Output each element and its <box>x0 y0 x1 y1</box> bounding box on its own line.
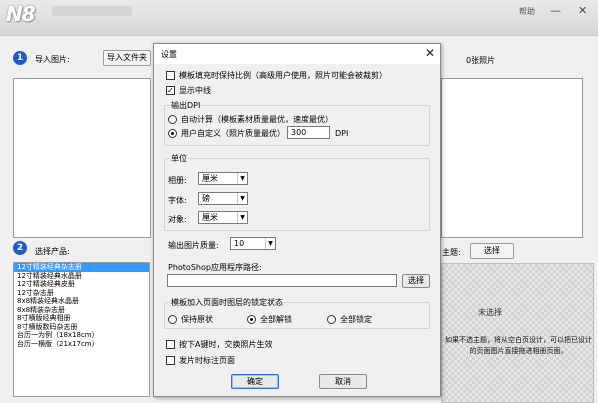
product-list[interactable]: 12寸精装经典杂志册 12寸精装经典水晶册 12寸精装经典皮册 12寸杂志册 8x8精装… <box>13 262 150 397</box>
select-product-label: 选择产品: <box>35 247 70 256</box>
image-area-right[interactable] <box>441 78 583 238</box>
dialog-title: 设置 <box>161 50 177 59</box>
object-unit-select[interactable]: 厘米 ▼ <box>198 211 248 224</box>
theme-label: 主题: <box>442 248 461 257</box>
output-quality-value: 10 <box>234 239 245 248</box>
photoshop-path-input[interactable] <box>167 274 397 287</box>
chevron-down-icon: ▼ <box>237 193 247 204</box>
product-list-item[interactable]: 台历一横版（21x17cm） <box>14 340 149 349</box>
import-images-label: 导入图片: <box>35 55 70 64</box>
preview-status: 未选择 <box>478 308 502 317</box>
album-unit-label: 相册: <box>168 176 187 185</box>
photo-count: 0张照片 <box>466 56 496 65</box>
dpi-auto-radio[interactable] <box>168 115 177 124</box>
dpi-unit: DPI <box>335 129 349 138</box>
lock-unlock-all-radio[interactable] <box>247 315 256 324</box>
album-unit-select[interactable]: 厘米 ▼ <box>198 172 248 185</box>
photoshop-path-label: PhotoShop应用程序路径: <box>168 263 262 272</box>
output-quality-select[interactable]: 10 ▼ <box>230 237 276 250</box>
lock-keep-label: 保持原状 <box>181 315 213 324</box>
show-centerline-label: 显示中线 <box>179 86 211 95</box>
product-list-item[interactable]: 8x8精装经典水晶册 <box>14 297 149 306</box>
app-logo: N8 <box>6 2 36 26</box>
dialog-close-icon[interactable]: ✕ <box>425 46 435 60</box>
product-list-item[interactable]: 12寸精装经典水晶册 <box>14 272 149 281</box>
lock-lock-all-radio[interactable] <box>327 315 336 324</box>
product-list-item[interactable]: 8x8精装杂志册 <box>14 306 149 315</box>
product-list-item[interactable]: 12寸精装经典杂志册 <box>14 263 149 272</box>
product-list-item[interactable]: 8寸横版经典相册 <box>14 314 149 323</box>
output-quality-label: 输出图片质量: <box>168 241 219 250</box>
dpi-custom-radio[interactable] <box>168 129 177 138</box>
cancel-button[interactable]: 取消 <box>319 374 367 389</box>
theme-select-button[interactable]: 选择 <box>470 243 514 259</box>
settings-dialog: 设置 ✕ 模板填充时保持比例（高级用户使用，照片可能会被裁剪） ✓ 显示中线 输… <box>153 43 441 397</box>
product-list-item[interactable]: 12寸杂志册 <box>14 289 149 298</box>
lock-keep-radio[interactable] <box>168 315 177 324</box>
font-unit-value: 磅 <box>202 194 210 203</box>
dialog-titlebar[interactable]: 设置 ✕ <box>154 44 440 64</box>
product-list-item[interactable]: 台历一为例（18x18cm） <box>14 331 149 340</box>
preview-note: 如果不选主题，将从空白页设计，可以把已设计的页面图片直接拖进相册页面。 <box>445 336 592 355</box>
lock-state-group-title: 模板加入页面时图层的锁定状态 <box>170 297 284 308</box>
unit-group-title: 单位 <box>170 153 188 164</box>
fit-ratio-checkbox[interactable] <box>166 71 175 80</box>
minimize-icon[interactable]: — <box>550 4 561 17</box>
main-titlebar: N8 帮助 — ✕ <box>0 0 598 36</box>
title-placeholder <box>52 6 132 16</box>
press-a-checkbox[interactable] <box>166 340 175 349</box>
ok-button[interactable]: 确定 <box>231 374 279 389</box>
lock-lock-all-label: 全部锁定 <box>340 315 372 324</box>
photoshop-browse-button[interactable]: 选择 <box>402 274 430 288</box>
font-unit-label: 字体: <box>168 196 187 205</box>
theme-preview <box>441 263 594 403</box>
object-unit-label: 对象: <box>168 215 187 224</box>
lock-unlock-all-label: 全部解锁 <box>260 315 292 324</box>
dpi-auto-label: 自动计算（模板素材质量最优，速度最优） <box>181 115 333 124</box>
step-1-badge: 1 <box>13 51 27 65</box>
step-2-badge: 2 <box>13 241 27 255</box>
dpi-custom-label: 用户自定义（照片质量最优） <box>181 129 285 138</box>
chevron-down-icon: ▼ <box>237 212 247 223</box>
album-unit-value: 厘米 <box>202 174 218 183</box>
help-link[interactable]: 帮助 <box>519 6 535 17</box>
dpi-value-input[interactable]: 300 <box>287 126 330 139</box>
mark-page-label: 发片时标注页面 <box>179 356 235 365</box>
product-list-item[interactable]: 8寸横版数码杂志册 <box>14 323 149 332</box>
show-centerline-checkbox[interactable]: ✓ <box>166 86 175 95</box>
press-a-label: 按下A键时，交换照片生效 <box>179 340 273 349</box>
mark-page-checkbox[interactable] <box>166 356 175 365</box>
fit-ratio-label: 模板填充时保持比例（高级用户使用，照片可能会被裁剪） <box>179 71 387 80</box>
import-folder-button[interactable]: 导入文件夹 <box>103 50 151 66</box>
object-unit-value: 厘米 <box>202 213 218 222</box>
image-area-left[interactable] <box>13 78 151 238</box>
product-list-item[interactable]: 12寸精装经典皮册 <box>14 280 149 289</box>
font-unit-select[interactable]: 磅 ▼ <box>198 192 248 205</box>
dpi-group-title: 输出DPI <box>170 100 202 111</box>
close-icon[interactable]: ✕ <box>578 4 587 17</box>
chevron-down-icon: ▼ <box>237 173 247 184</box>
chevron-down-icon: ▼ <box>265 238 275 249</box>
